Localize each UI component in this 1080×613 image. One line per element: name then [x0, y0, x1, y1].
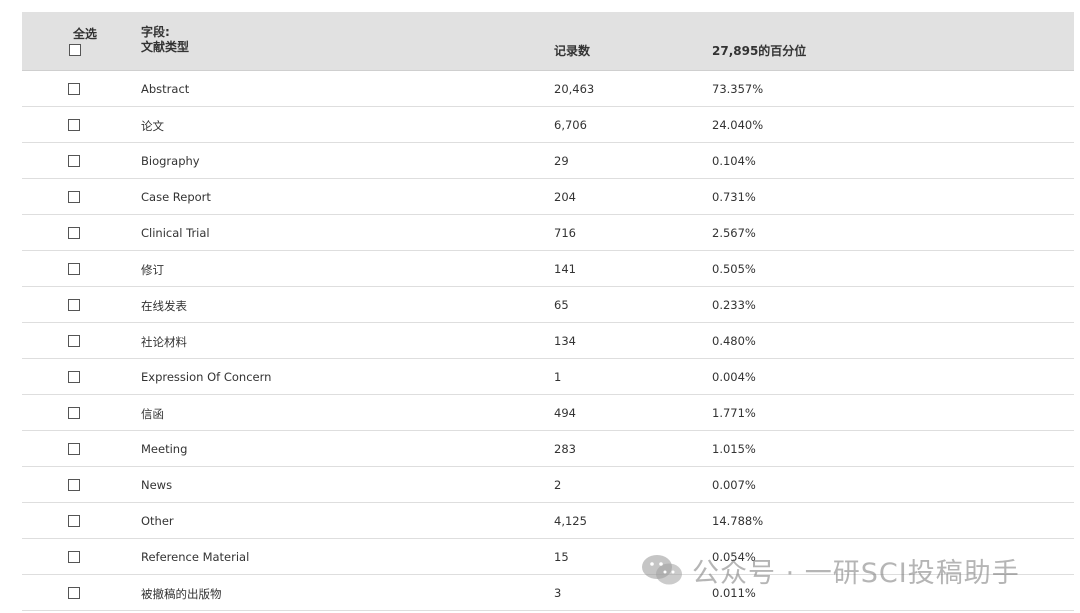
record-count: 29 [554, 154, 569, 168]
row-checkbox[interactable] [68, 119, 80, 131]
percentage: 73.357% [712, 82, 764, 96]
table-row: Clinical Trial 716 2.567% [22, 215, 1074, 251]
record-count: 141 [554, 262, 576, 276]
percentage: 1.015% [712, 442, 756, 456]
field-label-line2: 文献类型 [141, 40, 190, 54]
table-row: 被撤稿的出版物 3 0.011% [22, 575, 1074, 611]
count-column-header: 记录数 [554, 44, 591, 58]
row-checkbox[interactable] [68, 371, 80, 383]
record-count: 20,463 [554, 82, 595, 96]
row-checkbox[interactable] [68, 83, 80, 95]
select-all-label: 全选 [73, 27, 98, 41]
row-checkbox[interactable] [68, 155, 80, 167]
percentage: 24.040% [712, 118, 764, 132]
doc-type-name: Abstract [141, 82, 190, 96]
table-row: 论文 6,706 24.040% [22, 107, 1074, 143]
table-header: 全选 字段: 文献类型 记录数 27,895的百分位 [22, 12, 1074, 71]
percentage: 0.104% [712, 154, 756, 168]
doc-type-name: 社论材料 [141, 335, 187, 349]
table-body: Abstract 20,463 73.357% 论文 6,706 24.040%… [22, 71, 1074, 611]
doc-type-name: 在线发表 [141, 299, 187, 313]
doc-type-table: 全选 字段: 文献类型 记录数 27,895的百分位 Abstract 20,4… [22, 12, 1074, 611]
doc-type-name: Biography [141, 154, 200, 168]
percent-column-header: 27,895的百分位 [712, 44, 807, 58]
record-count: 65 [554, 298, 569, 312]
percentage: 0.054% [712, 550, 756, 564]
table-row: 在线发表 65 0.233% [22, 287, 1074, 323]
field-label: 字段: 文献类型 [141, 25, 189, 55]
row-checkbox[interactable] [68, 227, 80, 239]
record-count: 2 [554, 478, 562, 492]
doc-type-name: News [141, 478, 173, 492]
percentage: 0.233% [712, 298, 756, 312]
doc-type-name: 被撤稿的出版物 [141, 587, 222, 601]
row-checkbox[interactable] [68, 191, 80, 203]
record-count: 134 [554, 334, 576, 348]
record-count: 15 [554, 550, 569, 564]
doc-type-name: Case Report [141, 190, 211, 204]
percentage: 0.004% [712, 370, 756, 384]
doc-type-name: Expression Of Concern [141, 370, 272, 384]
table-row: Reference Material 15 0.054% [22, 539, 1074, 575]
table-row: Abstract 20,463 73.357% [22, 71, 1074, 107]
doc-type-name: 信函 [141, 407, 164, 421]
row-checkbox[interactable] [68, 263, 80, 275]
percentage: 2.567% [712, 226, 756, 240]
table-row: 修订 141 0.505% [22, 251, 1074, 287]
percentage: 0.480% [712, 334, 756, 348]
percentage: 0.007% [712, 478, 756, 492]
record-count: 6,706 [554, 118, 587, 132]
percentage: 1.771% [712, 406, 756, 420]
record-count: 494 [554, 406, 576, 420]
table-row: 信函 494 1.771% [22, 395, 1074, 431]
table-row: Case Report 204 0.731% [22, 179, 1074, 215]
doc-type-name: 修订 [141, 263, 164, 277]
doc-type-name: Reference Material [141, 550, 250, 564]
row-checkbox[interactable] [68, 515, 80, 527]
row-checkbox[interactable] [68, 479, 80, 491]
doc-type-name: 论文 [141, 119, 164, 133]
record-count: 3 [554, 586, 562, 600]
table-row: Meeting 283 1.015% [22, 431, 1074, 467]
table-row: Biography 29 0.104% [22, 143, 1074, 179]
doc-type-name: Clinical Trial [141, 226, 210, 240]
row-checkbox[interactable] [68, 407, 80, 419]
record-count: 204 [554, 190, 576, 204]
row-checkbox[interactable] [68, 551, 80, 563]
row-checkbox[interactable] [68, 443, 80, 455]
row-checkbox[interactable] [68, 299, 80, 311]
select-all-checkbox[interactable] [69, 44, 81, 56]
row-checkbox[interactable] [68, 587, 80, 599]
percentage: 0.731% [712, 190, 756, 204]
record-count: 1 [554, 370, 562, 384]
table-row: News 2 0.007% [22, 467, 1074, 503]
record-count: 283 [554, 442, 576, 456]
doc-type-name: Other [141, 514, 174, 528]
table-row: Other 4,125 14.788% [22, 503, 1074, 539]
percentage: 14.788% [712, 514, 764, 528]
record-count: 716 [554, 226, 576, 240]
table-row: 社论材料 134 0.480% [22, 323, 1074, 359]
percentage: 0.011% [712, 586, 756, 600]
table-row: Expression Of Concern 1 0.004% [22, 359, 1074, 395]
field-label-line1: 字段: [141, 25, 170, 39]
row-checkbox[interactable] [68, 335, 80, 347]
doc-type-name: Meeting [141, 442, 188, 456]
percentage: 0.505% [712, 262, 756, 276]
record-count: 4,125 [554, 514, 587, 528]
